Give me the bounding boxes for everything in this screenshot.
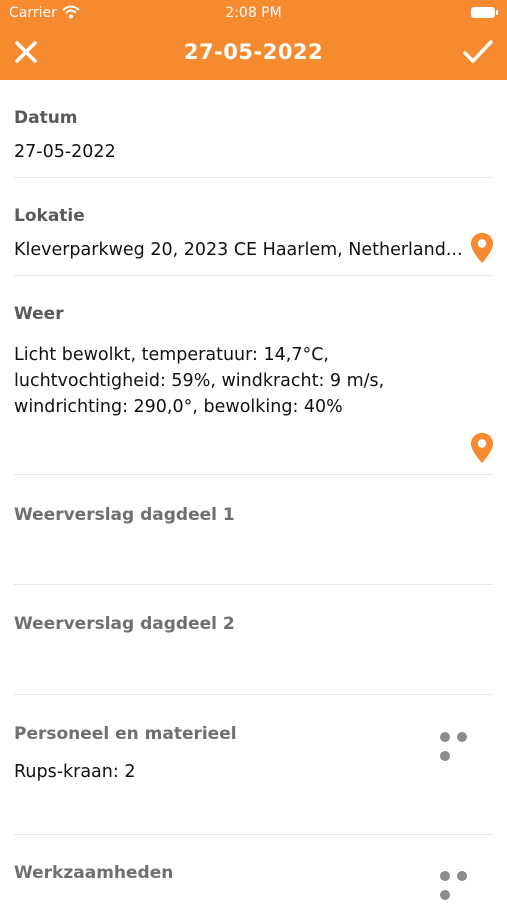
divider — [14, 694, 493, 695]
weer-field[interactable]: Weer Licht bewolkt, temperatuur: 14,7°C,… — [14, 304, 493, 420]
location-pin-icon[interactable] — [470, 232, 494, 264]
weerverslag-dagdeel-2-field[interactable]: Weerverslag dagdeel 2 — [14, 614, 493, 634]
more-dots-icon[interactable] — [440, 866, 490, 900]
divider — [14, 584, 493, 585]
weerverslag-dagdeel-1-field[interactable]: Weerverslag dagdeel 1 — [14, 505, 493, 525]
weerverslag-2-label: Weerverslag dagdeel 2 — [14, 614, 235, 634]
datum-label: Datum — [14, 108, 78, 128]
save-button[interactable] — [461, 37, 495, 67]
weer-label: Weer — [14, 304, 64, 324]
lokatie-value: Kleverparkweg 20, 2023 CE Haarlem, Nethe… — [14, 240, 463, 260]
personeel-field[interactable]: Personeel en materieel Rups-kraan: 2 — [14, 724, 493, 782]
status-bar: Carrier 2:08 PM — [0, 0, 507, 26]
weer-value: Licht bewolkt, temperatuur: 14,7°C, luch… — [14, 342, 493, 420]
werkzaamheden-field[interactable]: Werkzaamheden — [14, 863, 493, 883]
status-time: 2:08 PM — [225, 5, 282, 21]
location-pin-icon[interactable] — [470, 432, 494, 464]
werkzaamheden-label: Werkzaamheden — [14, 863, 174, 883]
battery-icon — [471, 7, 498, 18]
navigation-bar: Carrier 2:08 PM 27-05-2022 — [0, 0, 507, 80]
weer-line: Licht bewolkt, temperatuur: 14,7°C, — [14, 345, 329, 365]
divider — [14, 177, 493, 178]
divider — [14, 474, 493, 475]
more-dots-icon[interactable] — [440, 727, 490, 761]
weer-line: windrichting: 290,0°, bewolking: 40% — [14, 397, 343, 417]
datum-value: 27-05-2022 — [14, 142, 116, 162]
lokatie-label: Lokatie — [14, 206, 85, 226]
personeel-label: Personeel en materieel — [14, 724, 237, 744]
datum-field[interactable]: Datum 27-05-2022 — [14, 108, 493, 162]
personeel-value: Rups-kraan: 2 — [14, 762, 136, 782]
divider — [14, 834, 493, 835]
weerverslag-1-label: Weerverslag dagdeel 1 — [14, 505, 235, 525]
checkmark-icon — [463, 40, 493, 63]
weer-line: luchtvochtigheid: 59%, windkracht: 9 m/s… — [14, 371, 385, 391]
lokatie-field[interactable]: Lokatie Kleverparkweg 20, 2023 CE Haarle… — [14, 206, 493, 260]
page-title: 27-05-2022 — [183, 40, 324, 64]
divider — [14, 275, 493, 276]
